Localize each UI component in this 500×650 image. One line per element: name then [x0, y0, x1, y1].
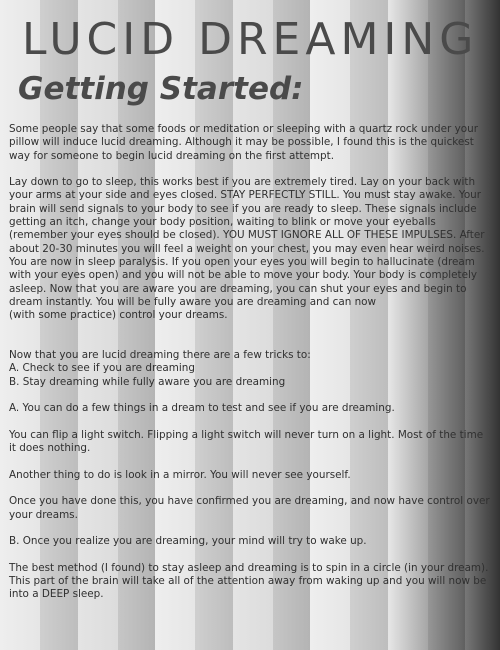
- paragraph-light-switch: You can flip a light switch. Flipping a …: [9, 429, 491, 456]
- text-line: (with some practice) control your dreams…: [9, 309, 228, 322]
- paragraph-check: A. You can do a few things in a dream to…: [9, 402, 491, 415]
- text-line: The best method (I found) to stay asleep…: [9, 561, 489, 601]
- paragraph-tricks: Now that you are lucid dreaming there ar…: [9, 349, 491, 389]
- paragraph-mirror: Another thing to do is look in a mirror.…: [9, 469, 491, 482]
- text-line: Lay down to go to sleep, this works best…: [9, 176, 485, 308]
- text-line: You can flip a light switch. Flipping a …: [9, 428, 484, 455]
- paragraph-intro: Some people say that some foods or medit…: [9, 123, 491, 163]
- text-line: A. You can do a few things in a dream to…: [9, 402, 395, 415]
- text-line: Once you have done this, you have confir…: [9, 495, 490, 521]
- paragraph-confirmed: Once you have done this, you have confir…: [9, 495, 491, 522]
- paragraph-spin: The best method (I found) to stay asleep…: [9, 562, 491, 602]
- list-item: B. Stay dreaming while fully aware you a…: [9, 375, 286, 388]
- text-line: Now that you are lucid dreaming there ar…: [9, 349, 311, 362]
- paragraph-wake-up: B. Once you realize you are dreaming, yo…: [9, 535, 491, 548]
- text-line: Another thing to do is look in a mirror.…: [9, 468, 351, 481]
- page-subtitle: Getting Started:: [18, 71, 304, 107]
- document-body: Some people say that some foods or medit…: [9, 123, 491, 615]
- list-item: A. Check to see if you are dreaming: [9, 362, 195, 375]
- page-title: LUCID DREAMING: [22, 14, 479, 65]
- document-page: LUCID DREAMING Getting Started: Some peo…: [0, 0, 500, 650]
- paragraph-instructions: Lay down to go to sleep, this works best…: [9, 176, 491, 322]
- text-line: Some people say that some foods or medit…: [9, 123, 478, 162]
- text-line: B. Once you realize you are dreaming, yo…: [9, 535, 367, 548]
